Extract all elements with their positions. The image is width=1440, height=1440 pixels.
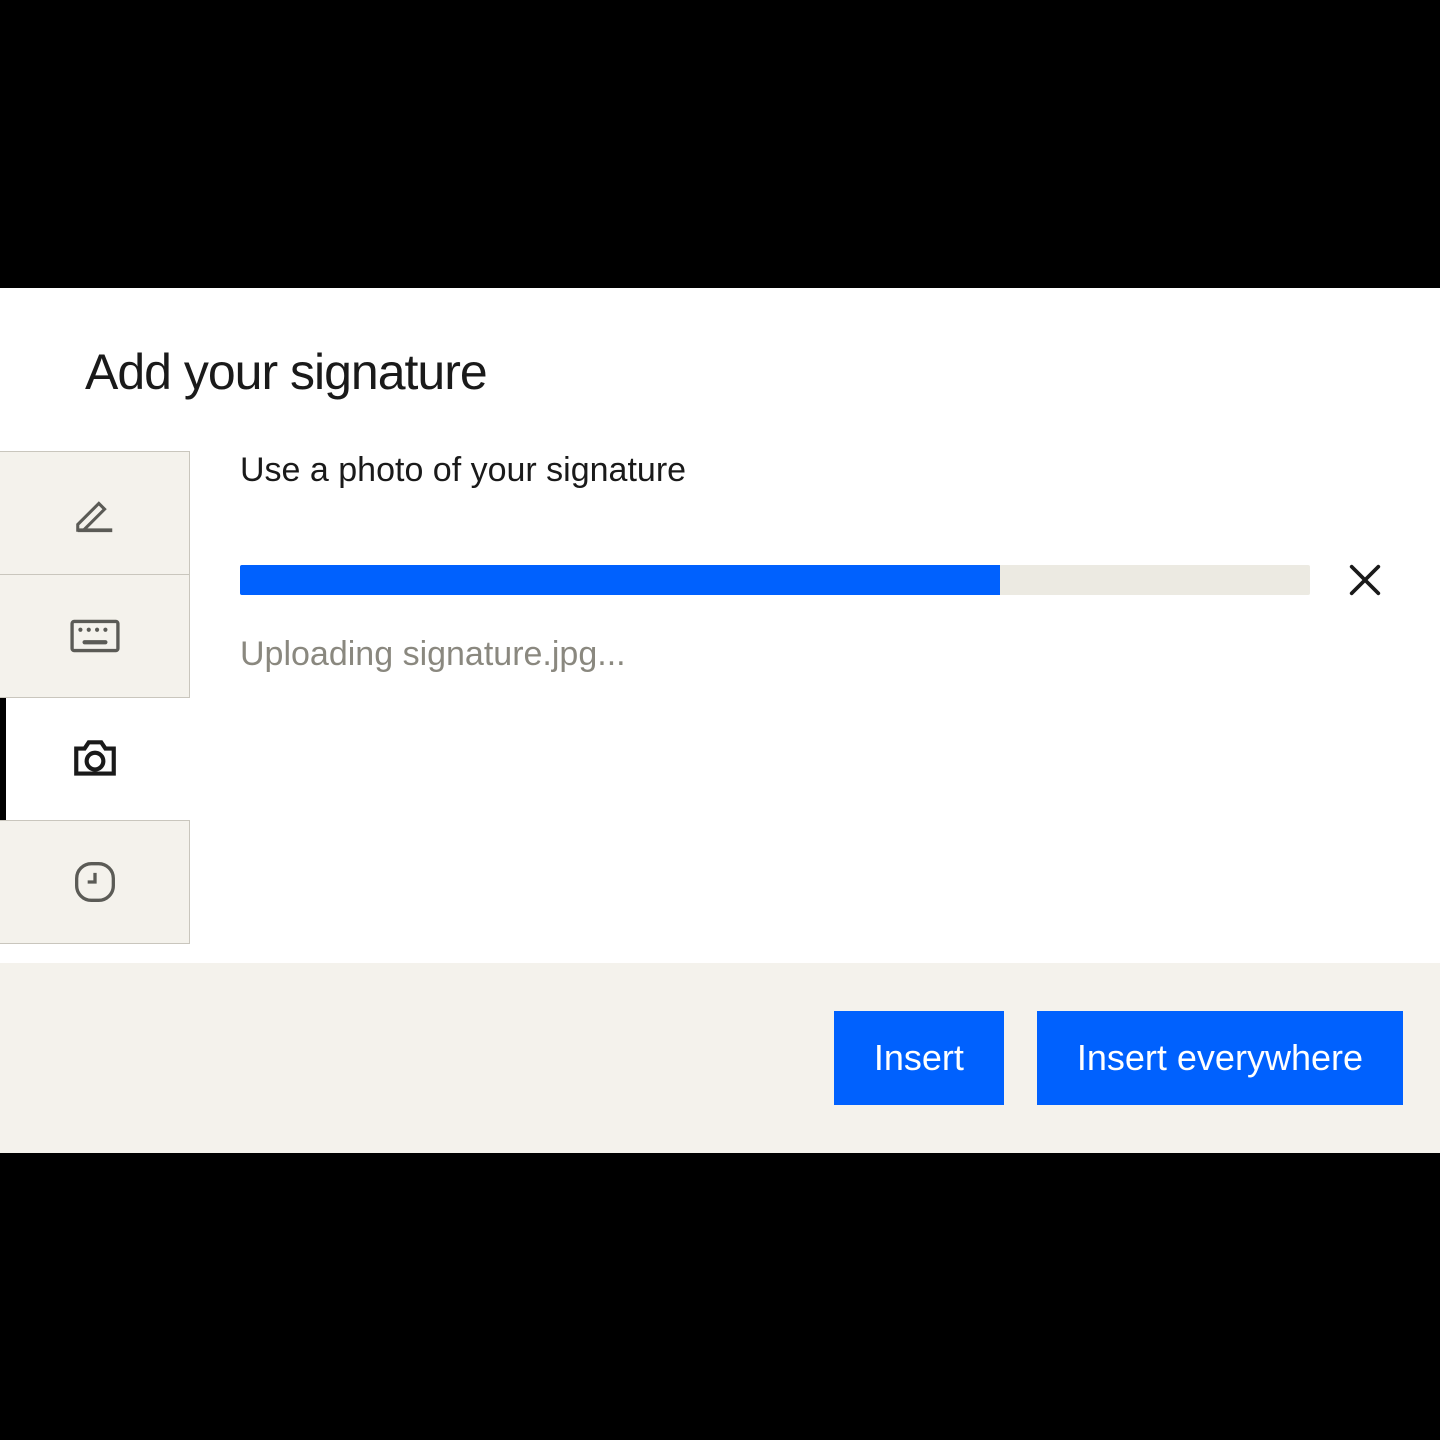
panel-subtitle: Use a photo of your signature xyxy=(240,451,1385,490)
tab-recent[interactable] xyxy=(0,820,190,944)
upload-progress-fill xyxy=(240,565,1000,595)
clock-icon xyxy=(73,860,117,904)
dialog-body: Use a photo of your signature Uploading … xyxy=(0,451,1440,963)
tab-photo[interactable] xyxy=(0,697,190,821)
upload-row xyxy=(240,560,1385,600)
dialog-title: Add your signature xyxy=(0,288,1440,401)
insert-button[interactable]: Insert xyxy=(834,1011,1004,1105)
upload-status-text: Uploading signature.jpg... xyxy=(240,635,1385,674)
main-panel: Use a photo of your signature Uploading … xyxy=(190,451,1440,963)
tab-draw[interactable] xyxy=(0,451,190,575)
side-tabs xyxy=(0,451,190,963)
keyboard-icon xyxy=(70,618,120,654)
insert-everywhere-button[interactable]: Insert everywhere xyxy=(1037,1011,1403,1105)
tab-type[interactable] xyxy=(0,574,190,698)
upload-progress xyxy=(240,565,1310,595)
camera-icon xyxy=(70,737,120,781)
signature-dialog: Add your signature xyxy=(0,288,1440,1153)
pencil-icon xyxy=(72,490,118,536)
close-icon xyxy=(1345,560,1385,600)
cancel-upload-button[interactable] xyxy=(1345,560,1385,600)
dialog-footer: Insert Insert everywhere xyxy=(0,963,1440,1153)
